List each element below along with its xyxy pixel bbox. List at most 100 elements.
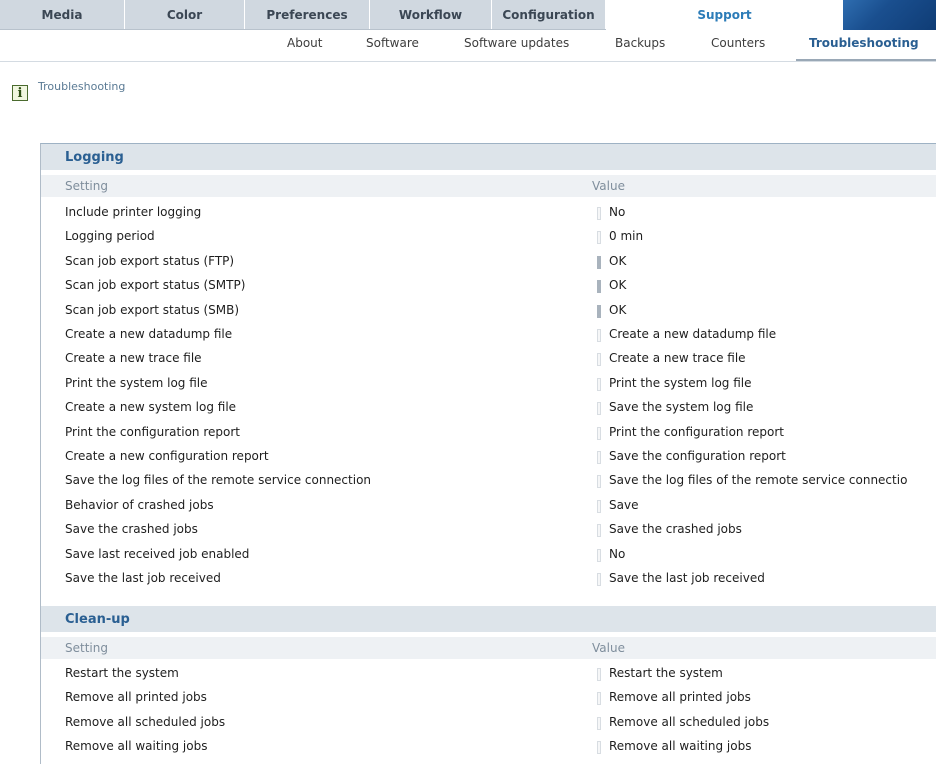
setting-label: Remove all scheduled jobs — [65, 714, 226, 729]
tab-color[interactable]: Color — [125, 0, 245, 30]
action-link[interactable]: Create a new trace file — [609, 351, 746, 365]
value-marker — [597, 329, 601, 342]
table-row: Save last received job enabled No — [41, 543, 936, 567]
value-marker — [597, 692, 601, 706]
value-marker — [597, 548, 601, 562]
value-marker — [597, 207, 601, 220]
table-row: Create a new system log file Save the sys… — [41, 396, 936, 420]
setting-label: Save last received job enabled — [65, 546, 250, 561]
column-header-value: Value — [592, 641, 625, 655]
action-link[interactable]: Print the system log file — [609, 376, 752, 390]
setting-value: 0 min — [609, 229, 644, 244]
setting-label: Save the log files of the remote service… — [65, 473, 372, 488]
tab-media[interactable]: Media — [0, 0, 125, 30]
value-marker — [597, 716, 601, 730]
column-header-row: Setting Value — [41, 175, 936, 197]
tab-support[interactable]: Support — [606, 0, 843, 30]
column-header-row: Setting Value — [41, 637, 936, 659]
table-row: Remove all printed jobs Remove all printe… — [41, 686, 936, 710]
table-row: Create a new trace file Create a new trac… — [41, 347, 936, 371]
table-row: Scan job export status (SMTP) OK — [41, 274, 936, 298]
value-marker — [597, 741, 601, 755]
value-marker — [597, 377, 601, 391]
action-link[interactable]: Print the configuration report — [609, 425, 784, 439]
value-marker — [597, 280, 601, 294]
setting-label: Print the system log file — [65, 375, 208, 390]
table-row: Remove all scheduled jobs Remove all sche… — [41, 711, 936, 735]
value-marker — [597, 524, 601, 538]
setting-label: Scan job export status (FTP) — [65, 253, 235, 268]
subtab-about[interactable]: About — [287, 36, 322, 50]
column-header-setting: Setting — [65, 179, 108, 193]
setting-label: Include printer logging — [65, 205, 202, 219]
value-marker — [597, 451, 601, 464]
column-header-value: Value — [592, 179, 625, 193]
action-link[interactable]: Restart the system — [609, 666, 723, 680]
table-row: Save the crashed jobs Save the crashed jo… — [41, 518, 936, 542]
table-row: Behavior of crashed jobs Save — [41, 494, 936, 518]
setting-value: OK — [609, 253, 627, 268]
subtab-troubleshooting[interactable]: Troubleshooting — [809, 36, 919, 50]
value-marker — [597, 353, 601, 367]
info-icon: i — [12, 85, 28, 101]
subtab-software-updates[interactable]: Software updates — [464, 36, 569, 50]
subtab-divider — [0, 61, 936, 62]
setting-value: No — [609, 546, 626, 561]
value-marker — [597, 304, 601, 318]
table-row: Scan job export status (SMB) OK — [41, 299, 936, 323]
tab-preferences[interactable]: Preferences — [245, 0, 370, 30]
settings-panel: Logging Setting Value Clean-up Setting V… — [40, 143, 936, 764]
value-marker — [597, 402, 601, 416]
action-link[interactable]: Save the last job received — [609, 571, 765, 585]
action-link[interactable]: Remove all scheduled jobs — [609, 715, 769, 729]
action-link[interactable]: Save the system log file — [609, 400, 753, 414]
subtab-backups[interactable]: Backups — [615, 36, 665, 50]
setting-value: OK — [609, 302, 627, 317]
setting-value: Save — [609, 497, 639, 512]
action-link[interactable]: Save the log files of the remote service… — [609, 473, 907, 487]
sub-tab-bar: About Software Software updates Backups … — [0, 30, 936, 62]
table-row: Logging period 0 min — [41, 225, 936, 249]
tab-configuration[interactable]: Configuration — [492, 0, 606, 30]
table-row: Create a new datadump file Create a new d… — [41, 323, 936, 347]
column-header-setting: Setting — [65, 641, 108, 655]
table-row: Scan job export status (FTP) OK — [41, 250, 936, 274]
action-link[interactable]: Save the configuration report — [609, 449, 786, 463]
section-header-logging[interactable]: Logging — [41, 144, 936, 170]
setting-label: Create a new datadump file — [65, 327, 233, 341]
table-row: Restart the system Restart the system — [41, 662, 936, 686]
subtab-software[interactable]: Software — [366, 36, 419, 50]
value-marker — [597, 499, 601, 513]
setting-label: Save the crashed jobs — [65, 522, 198, 537]
main-tab-bar: Media Color Preferences Workflow Configu… — [0, 0, 936, 30]
value-marker — [597, 426, 601, 440]
setting-label: Remove all printed jobs — [65, 690, 207, 705]
setting-label: Remove all waiting jobs — [65, 739, 208, 754]
value-marker — [597, 255, 601, 269]
breadcrumb: Troubleshooting — [38, 80, 126, 93]
tab-workflow[interactable]: Workflow — [370, 0, 492, 30]
action-link[interactable]: Create a new datadump file — [609, 327, 776, 341]
section-header-cleanup[interactable]: Clean-up — [41, 606, 936, 632]
subtab-counters[interactable]: Counters — [711, 36, 765, 50]
setting-label: Save the last job received — [65, 571, 221, 585]
value-marker — [597, 573, 601, 586]
table-row: Print the configuration report Print the … — [41, 421, 936, 445]
value-marker — [597, 231, 601, 245]
setting-value: No — [609, 205, 626, 219]
value-marker — [597, 475, 601, 489]
setting-value: OK — [609, 278, 627, 293]
action-link[interactable]: Remove all waiting jobs — [609, 739, 751, 753]
value-marker — [597, 668, 601, 681]
setting-label: Scan job export status (SMTP) — [65, 278, 246, 293]
setting-label: Restart the system — [65, 666, 179, 680]
table-row: Print the system log file Print the syste… — [41, 372, 936, 396]
action-link[interactable]: Remove all printed jobs — [609, 690, 751, 704]
table-row: Save the log files of the remote service… — [41, 469, 936, 493]
table-row: Remove all waiting jobs Remove all waitin… — [41, 735, 936, 759]
table-row: Create a new configuration report Save th… — [41, 445, 936, 469]
action-link[interactable]: Save the crashed jobs — [609, 522, 742, 536]
setting-label: Behavior of crashed jobs — [65, 497, 214, 512]
table-row: Include printer logging No — [41, 201, 936, 225]
setting-label: Create a new system log file — [65, 400, 237, 415]
